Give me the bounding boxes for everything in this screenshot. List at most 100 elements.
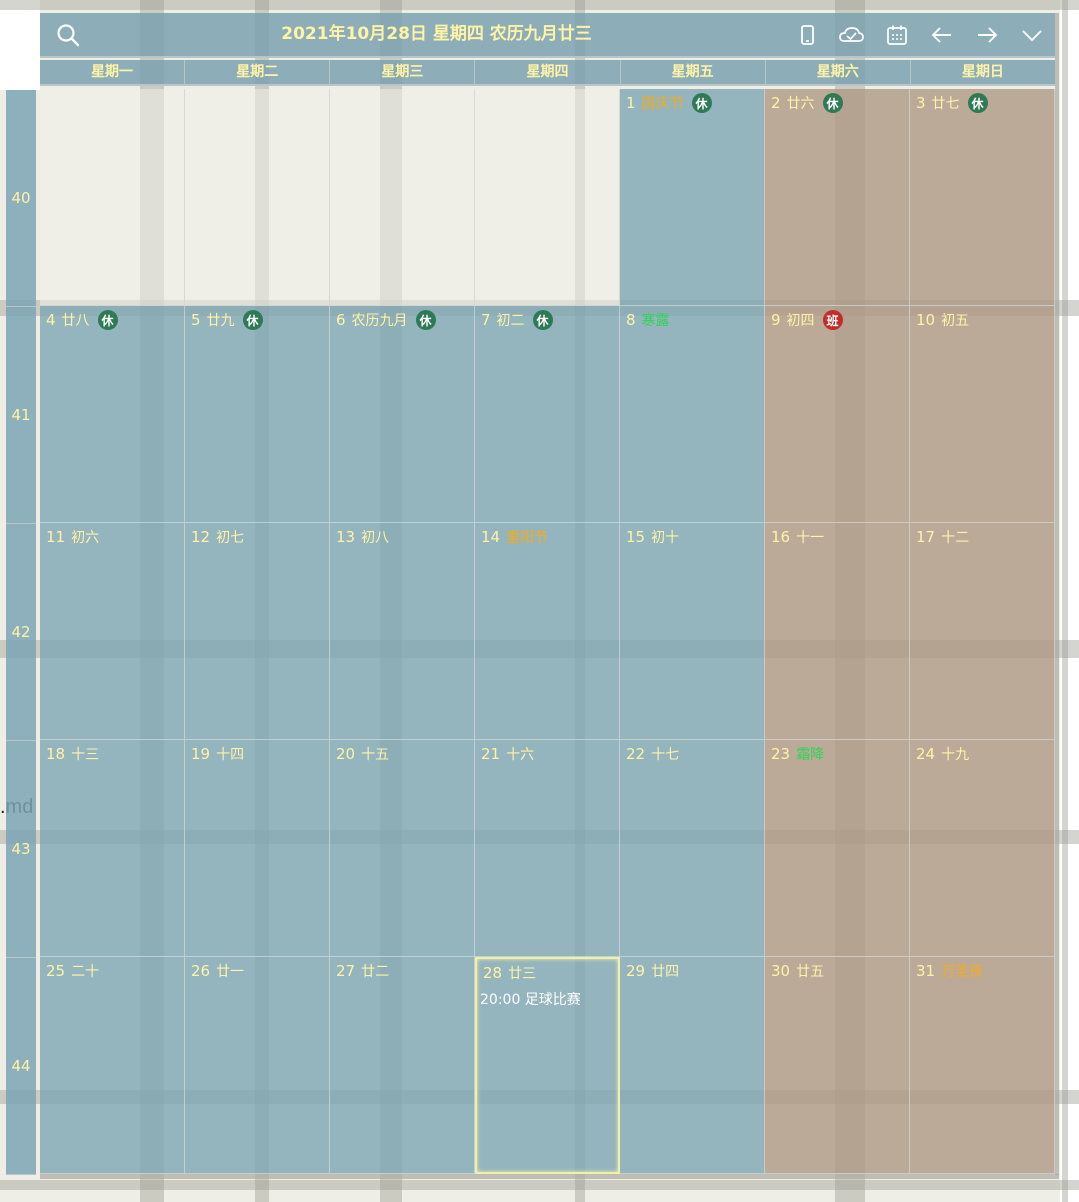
holiday-badge: 休 <box>532 310 553 330</box>
day-cell-header: 11 初六 <box>46 526 99 548</box>
day-number: 10 <box>916 311 936 329</box>
solar-term-label: 霜降 <box>796 747 825 763</box>
lunar-date: 廿三 <box>508 966 537 982</box>
day-cell[interactable]: 31 万圣夜 <box>910 957 1055 1174</box>
holiday-badge: 休 <box>415 310 436 330</box>
lunar-date: 廿二 <box>361 964 390 980</box>
day-cell-header: 8 寒露 <box>626 309 670 331</box>
day-number: 2 <box>771 94 781 112</box>
lunar-date: 二十 <box>71 964 100 980</box>
day-cell-header: 21 十六 <box>481 743 534 765</box>
day-number: 9 <box>771 311 781 329</box>
day-cell-header: 6 农历九月休 <box>336 309 436 331</box>
solar-term-label: 寒露 <box>641 313 670 329</box>
window-frame-bottom <box>40 1174 1059 1179</box>
workday-badge: 班 <box>822 310 843 330</box>
day-cell[interactable]: 14 重阳节 <box>475 523 620 740</box>
empty-day-cell <box>330 89 475 306</box>
search-icon[interactable] <box>54 21 82 49</box>
calendar-icon[interactable] <box>883 21 911 49</box>
day-cell-header: 14 重阳节 <box>481 526 548 548</box>
day-cell[interactable]: 3 廿七休 <box>910 89 1055 306</box>
day-cell-today[interactable]: 28 廿三 20:00 足球比赛 <box>475 957 620 1174</box>
day-cell[interactable]: 11 初六 <box>40 523 185 740</box>
day-number: 4 <box>46 311 56 329</box>
day-cell-header: 16 十一 <box>771 526 824 548</box>
lunar-date: 初十 <box>651 530 680 546</box>
day-cell[interactable]: 18 十三 <box>40 740 185 957</box>
day-cell[interactable]: 12 初七 <box>185 523 330 740</box>
day-cell[interactable]: 27 廿二 <box>330 957 475 1174</box>
day-cell[interactable]: 5 廿九休 <box>185 306 330 523</box>
lunar-date: 十九 <box>941 747 970 763</box>
day-cell[interactable]: 26 廿一 <box>185 957 330 1174</box>
day-number: 19 <box>191 745 211 763</box>
day-cell[interactable]: 21 十六 <box>475 740 620 957</box>
arrow-right-icon[interactable] <box>973 21 1001 49</box>
week-number: 43 <box>6 741 36 958</box>
day-cell[interactable]: 8 寒露 <box>620 306 765 523</box>
arrow-left-icon[interactable] <box>928 21 956 49</box>
lunar-date: 廿五 <box>796 964 825 980</box>
day-cell[interactable]: 13 初八 <box>330 523 475 740</box>
weekday-label: 星期日 <box>961 64 1004 80</box>
day-cell-header: 19 十四 <box>191 743 244 765</box>
day-cell-header: 18 十三 <box>46 743 99 765</box>
day-cell-header: 12 初七 <box>191 526 244 548</box>
day-number: 21 <box>481 745 501 763</box>
day-cell[interactable]: 4 廿八休 <box>40 306 185 523</box>
weekday-label: 星期六 <box>766 60 911 84</box>
phone-icon[interactable] <box>793 21 821 49</box>
day-cell-header: 17 十二 <box>916 526 969 548</box>
lunar-date: 廿六 <box>786 96 815 112</box>
day-number: 3 <box>916 94 926 112</box>
day-cell[interactable]: 1 国庆节休 <box>620 89 765 306</box>
calendar-event[interactable]: 20:00 足球比赛 <box>480 989 581 1009</box>
day-number: 12 <box>191 528 211 546</box>
day-number: 7 <box>481 311 491 329</box>
day-cell[interactable]: 2 廿六休 <box>765 89 910 306</box>
day-cell[interactable]: 17 十二 <box>910 523 1055 740</box>
day-cell[interactable]: 19 十四 <box>185 740 330 957</box>
day-cell[interactable]: 25 二十 <box>40 957 185 1174</box>
lunar-date: 廿九 <box>206 313 235 329</box>
week-number: 41 <box>6 307 36 524</box>
day-number: 22 <box>626 745 646 763</box>
lunar-date: 初二 <box>496 313 525 329</box>
window-frame-right <box>1055 13 1059 1175</box>
day-cell-header: 25 二十 <box>46 960 99 982</box>
day-cell[interactable]: 6 农历九月休 <box>330 306 475 523</box>
day-cell[interactable]: 30 廿五 <box>765 957 910 1174</box>
day-cell[interactable]: 9 初四班 <box>765 306 910 523</box>
day-cell[interactable]: 20 十五 <box>330 740 475 957</box>
day-cell[interactable]: 29 廿四 <box>620 957 765 1174</box>
day-cell[interactable]: 23 霜降 <box>765 740 910 957</box>
day-cell[interactable]: 24 十九 <box>910 740 1055 957</box>
lunar-date: 廿八 <box>61 313 90 329</box>
day-cell-header: 1 国庆节休 <box>626 92 712 114</box>
cloud-check-icon[interactable] <box>837 21 865 49</box>
chevron-down-icon[interactable] <box>1018 21 1046 49</box>
day-number: 27 <box>336 962 356 980</box>
day-cell-header: 15 初十 <box>626 526 679 548</box>
day-cell[interactable]: 15 初十 <box>620 523 765 740</box>
day-cell[interactable]: 16 十一 <box>765 523 910 740</box>
day-cell[interactable]: 7 初二休 <box>475 306 620 523</box>
current-date-title[interactable]: 2021年10月28日 星期四 农历九月廿三 <box>240 13 633 56</box>
lunar-date: 十一 <box>796 530 825 546</box>
empty-day-cell <box>475 89 620 306</box>
day-cell-header: 30 廿五 <box>771 960 824 982</box>
day-cell[interactable]: 10 初五 <box>910 306 1055 523</box>
day-number: 20 <box>336 745 356 763</box>
day-cell-header: 31 万圣夜 <box>916 960 983 982</box>
day-number: 30 <box>771 962 791 980</box>
lunar-date: 初六 <box>71 530 100 546</box>
week-number: 44 <box>6 958 36 1175</box>
day-cell-header: 13 初八 <box>336 526 389 548</box>
day-cell-header: 20 十五 <box>336 743 389 765</box>
weekday-label: 星期五 <box>621 60 766 84</box>
day-cell[interactable]: 22 十七 <box>620 740 765 957</box>
lunar-date: 十二 <box>941 530 970 546</box>
festival-label: 万圣夜 <box>941 964 984 980</box>
week-number: 42 <box>6 524 36 741</box>
